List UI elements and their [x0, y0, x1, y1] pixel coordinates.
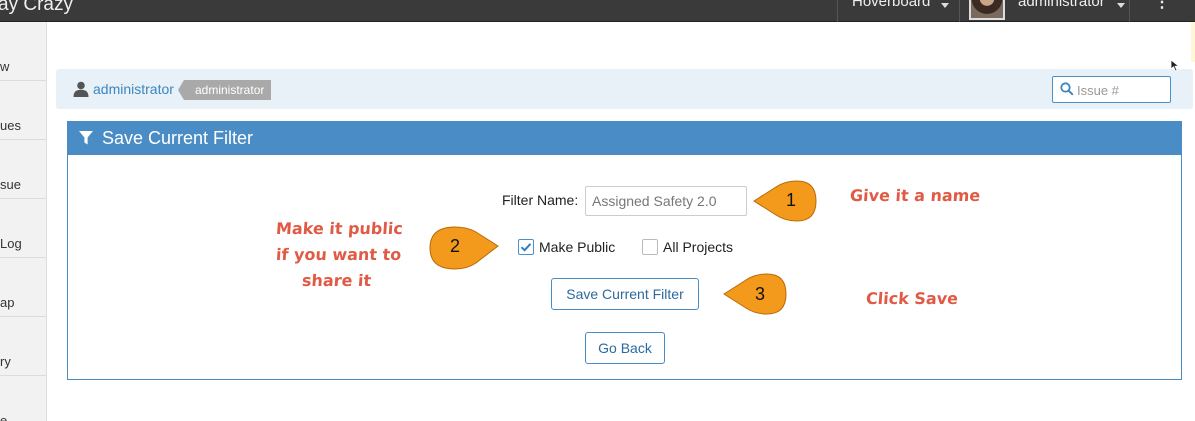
issue-search[interactable] [1052, 76, 1171, 103]
breadcrumb-user-link[interactable]: administrator [93, 81, 174, 97]
sidebar-item-summary[interactable]: ry [0, 317, 46, 376]
all-projects-checkbox[interactable] [642, 239, 658, 255]
note-make-public-line-3: share it [301, 271, 372, 290]
sidebar-item-label: w [0, 59, 10, 74]
brand-title[interactable]: ay Crazy [0, 0, 73, 16]
chevron-down-icon [941, 3, 949, 8]
note-make-public-line-1: Make it public [275, 219, 404, 238]
all-projects-label[interactable]: All Projects [663, 239, 733, 255]
project-dropdown-label: Hoverboard [852, 0, 931, 10]
issue-search-input[interactable] [1077, 80, 1167, 100]
sidebar-item-label: ry [0, 354, 11, 369]
user-menu[interactable]: administrator [959, 0, 1129, 22]
sidebar-item-label: Log [0, 236, 22, 251]
save-current-filter-button[interactable]: Save Current Filter [551, 278, 699, 310]
breadcrumb: administrator administrator [56, 69, 1193, 109]
top-navbar: ay Crazy Hoverboard administrator ⋮ [0, 0, 1195, 22]
sidebar-item-issues[interactable]: ues [0, 81, 46, 140]
callout-number-1: 1 [786, 190, 797, 210]
sidebar-item-label: e [0, 413, 8, 421]
avatar [969, 0, 1005, 20]
callout-number-2: 2 [450, 236, 461, 256]
scrollbar-edge[interactable] [1191, 22, 1195, 62]
save-filter-panel: Save Current Filter Filter Name: Make Pu… [67, 121, 1182, 380]
sidebar: w ues sue Log ap ry e [0, 22, 47, 421]
sidebar-item-new-issue[interactable]: sue [0, 140, 46, 199]
mouse-cursor-icon [1170, 59, 1180, 72]
checkmark-icon [520, 243, 532, 252]
filter-name-input[interactable] [585, 186, 747, 216]
more-menu-button[interactable]: ⋮ [1129, 0, 1195, 22]
callout-number-3: 3 [755, 284, 766, 304]
sidebar-item-label: sue [0, 177, 21, 192]
panel-title: Save Current Filter [102, 128, 254, 148]
project-dropdown[interactable]: Hoverboard [837, 0, 959, 22]
sidebar-item-manage[interactable]: e [0, 376, 46, 421]
callout-step-1 [753, 180, 817, 222]
user-menu-label: administrator [1018, 0, 1105, 10]
callout-step-2 [429, 226, 499, 270]
filter-icon [79, 131, 93, 145]
make-public-label[interactable]: Make Public [539, 239, 615, 255]
more-icon: ⋮ [1154, 0, 1170, 11]
chevron-down-icon [1117, 3, 1125, 8]
sidebar-item-change-log[interactable]: Log [0, 199, 46, 258]
sidebar-item-roadmap[interactable]: ap [0, 258, 46, 317]
sidebar-item-label: ues [0, 118, 21, 133]
sidebar-item-overview[interactable]: w [0, 22, 46, 81]
go-back-button[interactable]: Go Back [585, 332, 665, 364]
note-give-it-a-name: Give it a name [849, 186, 981, 205]
sidebar-item-label: ap [0, 295, 15, 310]
make-public-checkbox[interactable] [518, 239, 534, 255]
filter-name-label: Filter Name: [502, 192, 579, 208]
note-click-save: Click Save [865, 289, 959, 308]
role-badge: administrator [177, 80, 272, 100]
note-make-public-line-2: if you want to [275, 245, 402, 264]
panel-header: Save Current Filter [68, 122, 1181, 155]
search-icon [1060, 82, 1074, 96]
user-icon [73, 81, 89, 97]
app-window: ay Crazy Hoverboard administrator ⋮ w ue… [0, 0, 1195, 421]
